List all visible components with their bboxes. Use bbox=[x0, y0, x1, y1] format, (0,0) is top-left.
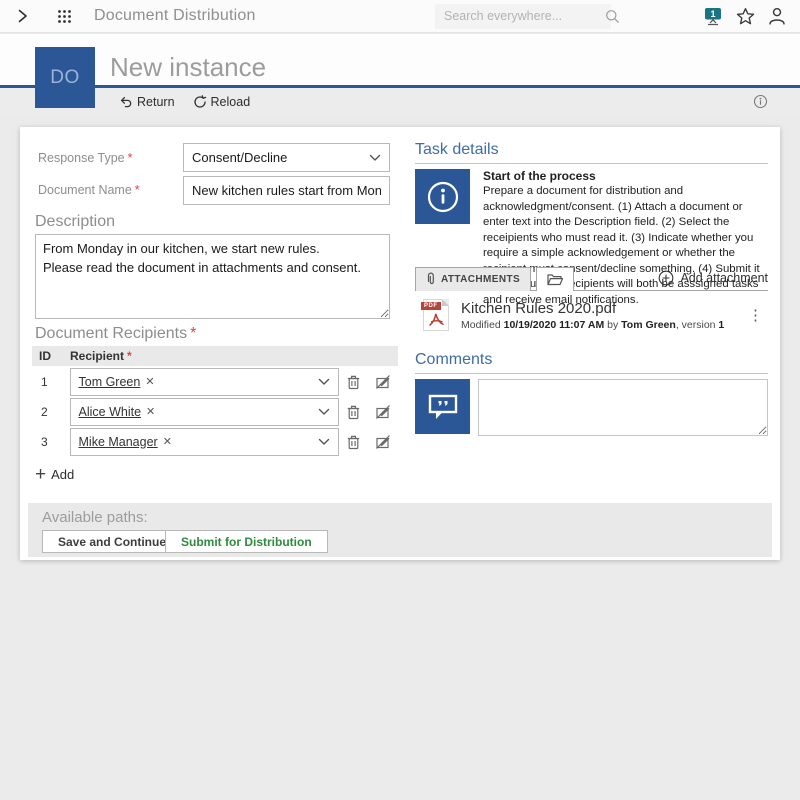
topbar-icons: 1 bbox=[703, 7, 786, 26]
favorites-icon[interactable] bbox=[736, 7, 755, 26]
tab-folder[interactable] bbox=[536, 267, 574, 291]
search-input[interactable] bbox=[444, 9, 605, 23]
form-card: Response Type* Consent/Decline Document … bbox=[20, 127, 780, 560]
plus-icon: + bbox=[35, 468, 46, 482]
expand-sidebar-icon[interactable] bbox=[15, 8, 31, 24]
description-textarea[interactable]: From Monday in our kitchen, we start new… bbox=[35, 234, 390, 319]
recipient-id: 2 bbox=[32, 405, 70, 419]
save-and-continue-button[interactable]: Save and Continue bbox=[42, 530, 182, 553]
task-details-heading: Task details bbox=[415, 141, 768, 164]
chevron-down-icon bbox=[318, 438, 330, 446]
recipient-id: 1 bbox=[32, 375, 70, 389]
recipient-row: 1 Tom Green ✕ bbox=[32, 367, 398, 396]
comments-textarea[interactable] bbox=[478, 379, 768, 436]
remove-recipient-icon[interactable]: ✕ bbox=[146, 405, 155, 418]
recipient-select[interactable]: Mike Manager ✕ bbox=[70, 428, 340, 456]
comments-block bbox=[415, 379, 768, 436]
process-info-icon bbox=[415, 169, 470, 224]
tab-attachments[interactable]: ATTACHMENTS bbox=[415, 267, 531, 291]
description-heading: Description bbox=[35, 213, 115, 231]
recipients-table: ID Recipient* 1 Tom Green ✕ bbox=[32, 346, 398, 456]
reload-button[interactable]: Reload bbox=[193, 95, 251, 109]
attachment-meta: Modified 10/19/2020 11:07 AM by Tom Gree… bbox=[461, 319, 724, 331]
add-attachment-button[interactable]: Add attachment bbox=[658, 270, 768, 290]
add-recipient-button[interactable]: + Add bbox=[35, 467, 74, 482]
notifications-icon[interactable]: 1 bbox=[703, 7, 723, 26]
recipient-name-link[interactable]: Mike Manager bbox=[79, 435, 158, 449]
reload-icon bbox=[193, 95, 207, 109]
edit-disabled-icon[interactable] bbox=[369, 374, 398, 390]
recipient-name-link[interactable]: Alice White bbox=[79, 405, 142, 419]
info-icon[interactable] bbox=[753, 94, 768, 109]
top-bar: Document Distribution 1 bbox=[0, 0, 800, 33]
attachment-info: Kitchen Rules 2020.pdf Modified 10/19/20… bbox=[461, 300, 724, 331]
attachment-name[interactable]: Kitchen Rules 2020.pdf bbox=[461, 300, 724, 317]
id-column-header: ID bbox=[32, 349, 70, 363]
required-mark: * bbox=[128, 151, 133, 165]
recipient-name-link[interactable]: Tom Green bbox=[79, 375, 141, 389]
circle-plus-icon bbox=[658, 270, 674, 286]
required-mark: * bbox=[190, 325, 196, 342]
submit-for-distribution-button[interactable]: Submit for Distribution bbox=[165, 530, 328, 553]
delete-row-button[interactable] bbox=[339, 434, 368, 450]
recipient-row: 3 Mike Manager ✕ bbox=[32, 427, 398, 456]
recipient-select[interactable]: Tom Green ✕ bbox=[70, 368, 340, 396]
app-initials: DO bbox=[50, 67, 80, 89]
document-name-input[interactable] bbox=[183, 176, 390, 205]
delete-row-button[interactable] bbox=[339, 374, 368, 390]
response-type-label: Response Type* bbox=[38, 151, 133, 165]
chevron-down-icon bbox=[318, 408, 330, 416]
comments-heading: Comments bbox=[415, 351, 768, 374]
search-box[interactable] bbox=[435, 4, 611, 29]
paperclip-icon bbox=[426, 272, 436, 287]
delete-row-button[interactable] bbox=[339, 404, 368, 420]
user-profile-icon[interactable] bbox=[768, 7, 786, 25]
recipients-heading: Document Recipients* bbox=[35, 325, 196, 343]
required-mark: * bbox=[127, 349, 132, 363]
available-paths-label: Available paths: bbox=[42, 509, 148, 526]
attachment-menu-icon[interactable]: ⋮ bbox=[743, 306, 768, 324]
response-type-select[interactable]: Consent/Decline bbox=[183, 143, 390, 172]
attachments-tabs: ATTACHMENTS Add attachment bbox=[415, 267, 768, 291]
document-name-label: Document Name* bbox=[38, 183, 140, 197]
app-avatar: DO bbox=[35, 47, 95, 108]
recipients-table-header: ID Recipient* bbox=[32, 346, 398, 366]
recipient-row: 2 Alice White ✕ bbox=[32, 397, 398, 426]
folder-icon bbox=[547, 273, 563, 286]
recipient-id: 3 bbox=[32, 435, 70, 449]
attachment-item[interactable]: PDF Kitchen Rules 2020.pdf Modified 10/1… bbox=[423, 299, 768, 331]
recipient-column-header: Recipient* bbox=[70, 349, 132, 363]
page-title: New instance bbox=[110, 52, 266, 83]
available-paths-section: Available paths: Save and Continue Submi… bbox=[28, 503, 772, 557]
apps-grid-icon[interactable] bbox=[57, 9, 72, 24]
comment-bubble-icon bbox=[415, 379, 470, 434]
required-mark: * bbox=[135, 183, 140, 197]
edit-disabled-icon[interactable] bbox=[369, 434, 398, 450]
chevron-down-icon bbox=[318, 378, 330, 386]
edit-disabled-icon[interactable] bbox=[369, 404, 398, 420]
action-toolbar: Return Reload bbox=[0, 88, 800, 115]
return-icon bbox=[119, 95, 133, 109]
pdf-file-icon: PDF bbox=[423, 299, 449, 331]
remove-recipient-icon[interactable]: ✕ bbox=[163, 435, 172, 448]
search-icon[interactable] bbox=[605, 9, 620, 24]
remove-recipient-icon[interactable]: ✕ bbox=[145, 375, 154, 388]
task-title: Start of the process bbox=[483, 169, 768, 183]
app-title: Document Distribution bbox=[94, 7, 256, 25]
return-button[interactable]: Return bbox=[119, 95, 175, 109]
chevron-down-icon bbox=[369, 154, 381, 162]
recipient-select[interactable]: Alice White ✕ bbox=[70, 398, 340, 426]
notification-badge: 1 bbox=[710, 9, 715, 19]
